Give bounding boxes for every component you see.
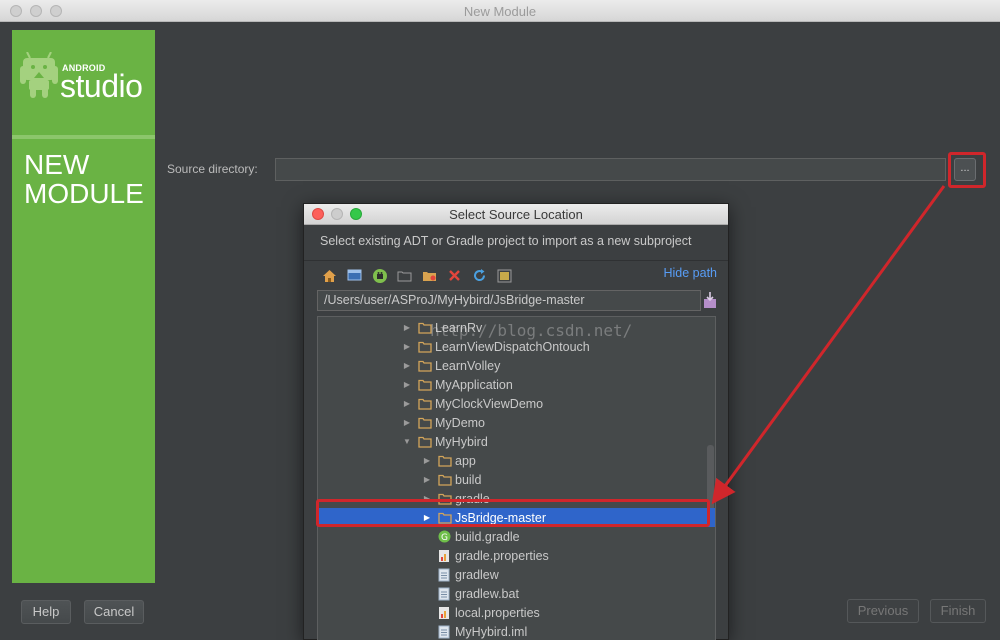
tree-row[interactable]: gradlew.bat	[318, 584, 715, 603]
folder-icon	[418, 378, 432, 391]
tree-row[interactable]: ▶ app	[318, 451, 715, 470]
tree-row[interactable]: Gbuild.gradle	[318, 527, 715, 546]
collapsed-arrow-icon[interactable]: ▶	[402, 342, 412, 351]
tree-row-label: MyHybird	[435, 434, 488, 449]
window-titlebar: New Module	[0, 0, 1000, 22]
expanded-arrow-icon[interactable]: ▼	[402, 437, 412, 446]
text-file-icon	[438, 568, 452, 581]
tree-row-label: LearnVolley	[435, 358, 501, 373]
dialog-titlebar: Select Source Location	[304, 204, 728, 225]
finish-button[interactable]: Finish	[930, 599, 986, 623]
tree-row[interactable]: ▶ build	[318, 470, 715, 489]
source-directory-label: Source directory:	[167, 162, 258, 176]
delete-icon[interactable]	[445, 266, 464, 285]
svg-text:G: G	[441, 533, 448, 543]
collapsed-arrow-icon[interactable]: ▶	[402, 323, 412, 332]
show-hidden-icon[interactable]	[495, 266, 514, 285]
dialog-title: Select Source Location	[449, 207, 583, 222]
path-input[interactable]: /Users/user/ASProJ/MyHybird/JsBridge-mas…	[317, 290, 701, 311]
cancel-button[interactable]: Cancel	[84, 600, 144, 624]
folder-icon	[418, 359, 432, 372]
wizard-step-title-line1: NEW	[24, 149, 90, 180]
text-file-icon	[438, 587, 452, 600]
window-title: New Module	[463, 4, 537, 19]
collapsed-arrow-icon[interactable]: ▶	[422, 475, 432, 484]
dialog-separator	[304, 260, 728, 261]
hide-path-link[interactable]: Hide path	[663, 266, 717, 280]
dialog-description: Select existing ADT or Gradle project to…	[320, 234, 692, 248]
tree-row-label: build.gradle	[455, 529, 520, 544]
refresh-icon[interactable]	[470, 266, 489, 285]
folder-icon	[438, 454, 452, 467]
collapsed-arrow-icon[interactable]: ▶	[402, 399, 412, 408]
help-button[interactable]: Help	[21, 600, 71, 624]
properties-file-icon	[438, 606, 452, 619]
logo-studio-text: studio	[60, 68, 143, 104]
tree-row[interactable]: ▶ MyApplication	[318, 375, 715, 394]
tree-row[interactable]: ▶ LearnVolley	[318, 356, 715, 375]
android-studio-logo: ANDROID studio	[12, 30, 155, 135]
collapsed-arrow-icon[interactable]: ▶	[402, 380, 412, 389]
file-tree[interactable]: ▶ LearnRv ▶ LearnViewDispatchOntouch ▶ LearnV…	[317, 316, 716, 640]
new-folder-sparkle-icon[interactable]	[420, 266, 439, 285]
annotation-highlight-selected-row	[316, 499, 710, 527]
file-chooser-toolbar	[320, 266, 514, 285]
source-directory-input[interactable]	[275, 158, 946, 181]
folder-icon	[418, 435, 432, 448]
tree-row-label: gradlew	[455, 567, 499, 582]
path-history-icon[interactable]	[703, 291, 717, 309]
wizard-sidebar: ANDROID studio NEW MODULE	[12, 30, 155, 583]
tree-row-label: LearnViewDispatchOntouch	[435, 339, 590, 354]
tree-row[interactable]: gradlew	[318, 565, 715, 584]
previous-button[interactable]: Previous	[847, 599, 919, 623]
tree-row[interactable]: local.properties	[318, 603, 715, 622]
sidebar-divider	[12, 135, 155, 139]
android-robot-icon	[20, 52, 58, 98]
collapsed-arrow-icon[interactable]: ▶	[402, 361, 412, 370]
tree-row-label: gradlew.bat	[455, 586, 519, 601]
folder-icon	[418, 340, 432, 353]
android-project-icon[interactable]	[370, 266, 389, 285]
tree-row-label: local.properties	[455, 605, 540, 620]
collapsed-arrow-icon[interactable]: ▶	[402, 418, 412, 427]
tree-row-label: MyHybird.iml	[455, 624, 528, 639]
tree-row[interactable]: MyHybird.iml	[318, 622, 715, 640]
tree-row[interactable]: ▶ MyClockViewDemo	[318, 394, 715, 413]
folder-icon	[418, 416, 432, 429]
tree-row-label: MyApplication	[435, 377, 513, 392]
collapsed-arrow-icon[interactable]: ▶	[422, 456, 432, 465]
select-source-dialog: Select Source Location Select existing A…	[303, 203, 729, 640]
desktop-icon[interactable]	[345, 266, 364, 285]
tree-row-label: MyClockViewDemo	[435, 396, 544, 411]
folder-icon	[418, 397, 432, 410]
annotation-highlight-browse	[948, 152, 986, 188]
gradle-file-icon: G	[438, 530, 452, 543]
folder-icon	[438, 473, 452, 486]
tree-row[interactable]: ▶ MyDemo	[318, 413, 715, 432]
tree-row-label: app	[455, 453, 476, 468]
text-file-icon	[438, 625, 452, 638]
properties-file-icon	[438, 549, 452, 562]
tree-row-label: build	[455, 472, 482, 487]
home-icon[interactable]	[320, 266, 339, 285]
tree-row-label: gradle.properties	[455, 548, 549, 563]
tree-row-label: MyDemo	[435, 415, 486, 430]
watermark-text: http://blog.csdn.net/	[430, 321, 633, 340]
wizard-step-title-line2: MODULE	[24, 178, 144, 209]
tree-row[interactable]: gradle.properties	[318, 546, 715, 565]
new-folder-icon[interactable]	[395, 266, 414, 285]
tree-row[interactable]: ▼ MyHybird	[318, 432, 715, 451]
wizard-step-title: NEW MODULE	[24, 150, 154, 208]
